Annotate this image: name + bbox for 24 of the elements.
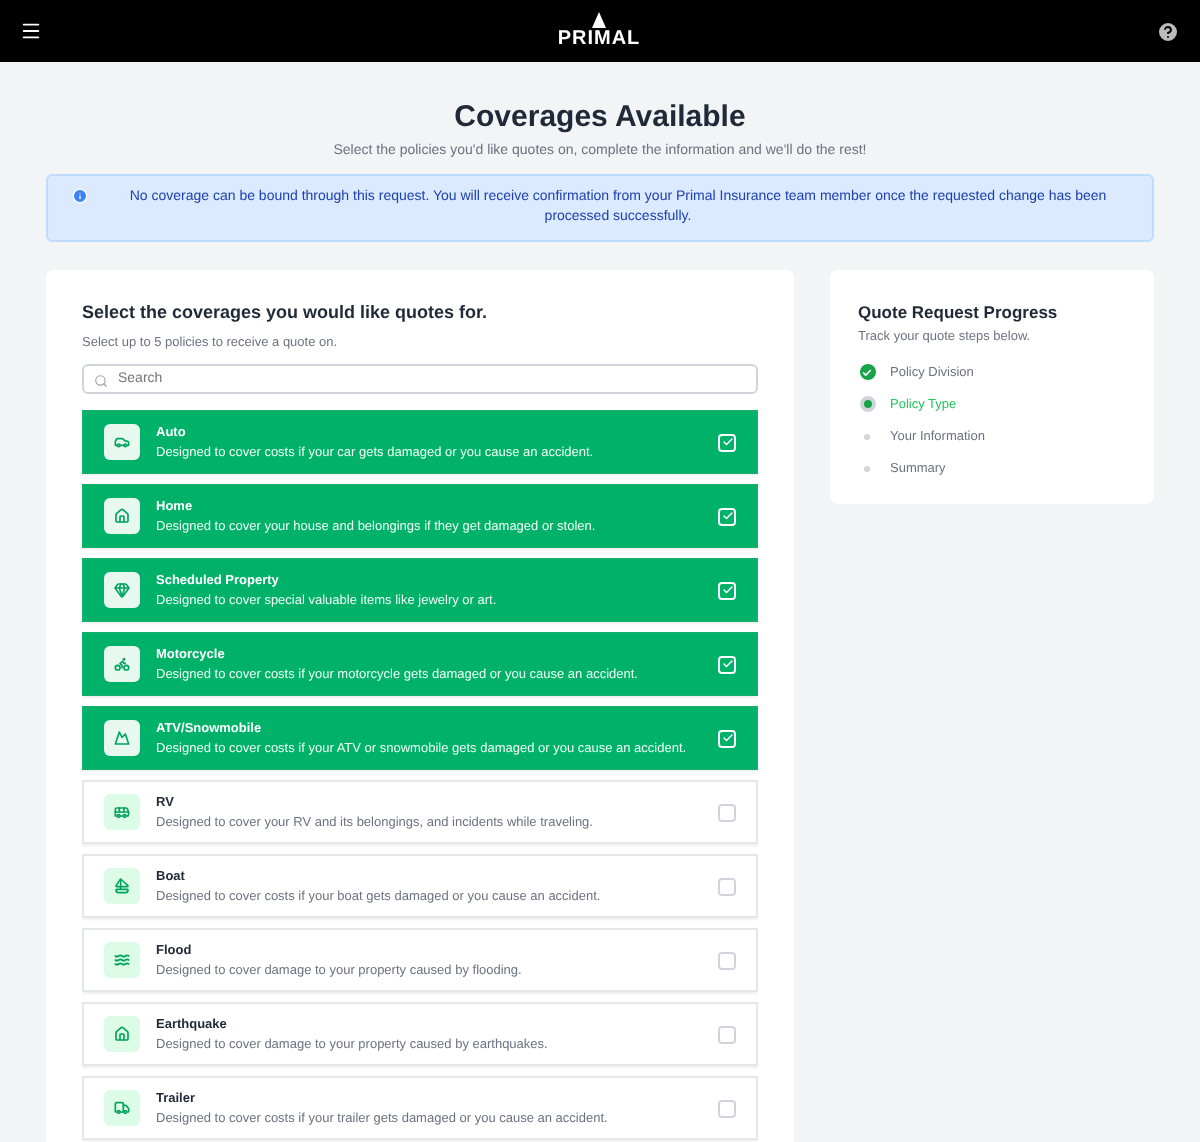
menu-button[interactable] xyxy=(20,20,42,42)
bus-icon xyxy=(114,804,130,821)
car-icon xyxy=(114,434,130,451)
checkbox[interactable] xyxy=(718,803,736,822)
truck-icon xyxy=(114,1100,130,1117)
checkbox[interactable] xyxy=(718,951,736,970)
waves-icon xyxy=(114,952,130,969)
house-icon xyxy=(114,508,130,525)
checkbox[interactable] xyxy=(718,1025,736,1044)
progress-title: Quote Request Progress xyxy=(858,302,1060,323)
checkbox[interactable] xyxy=(718,1099,736,1118)
checkbox[interactable] xyxy=(718,877,736,896)
help-button[interactable] xyxy=(1156,19,1180,43)
info-icon xyxy=(72,188,88,204)
page-title: Coverages Available xyxy=(452,100,748,134)
house-icon xyxy=(114,1026,130,1043)
gem-icon xyxy=(114,582,130,599)
logo-text: PRIMAL xyxy=(557,28,641,50)
sailboat-icon xyxy=(114,878,130,895)
coverage-heading: Select the coverages you would like quotes for. xyxy=(82,302,490,323)
search-icon xyxy=(94,374,108,389)
mountain-icon xyxy=(114,730,130,747)
bike-icon xyxy=(114,656,130,673)
logo-figure-icon xyxy=(590,12,608,28)
